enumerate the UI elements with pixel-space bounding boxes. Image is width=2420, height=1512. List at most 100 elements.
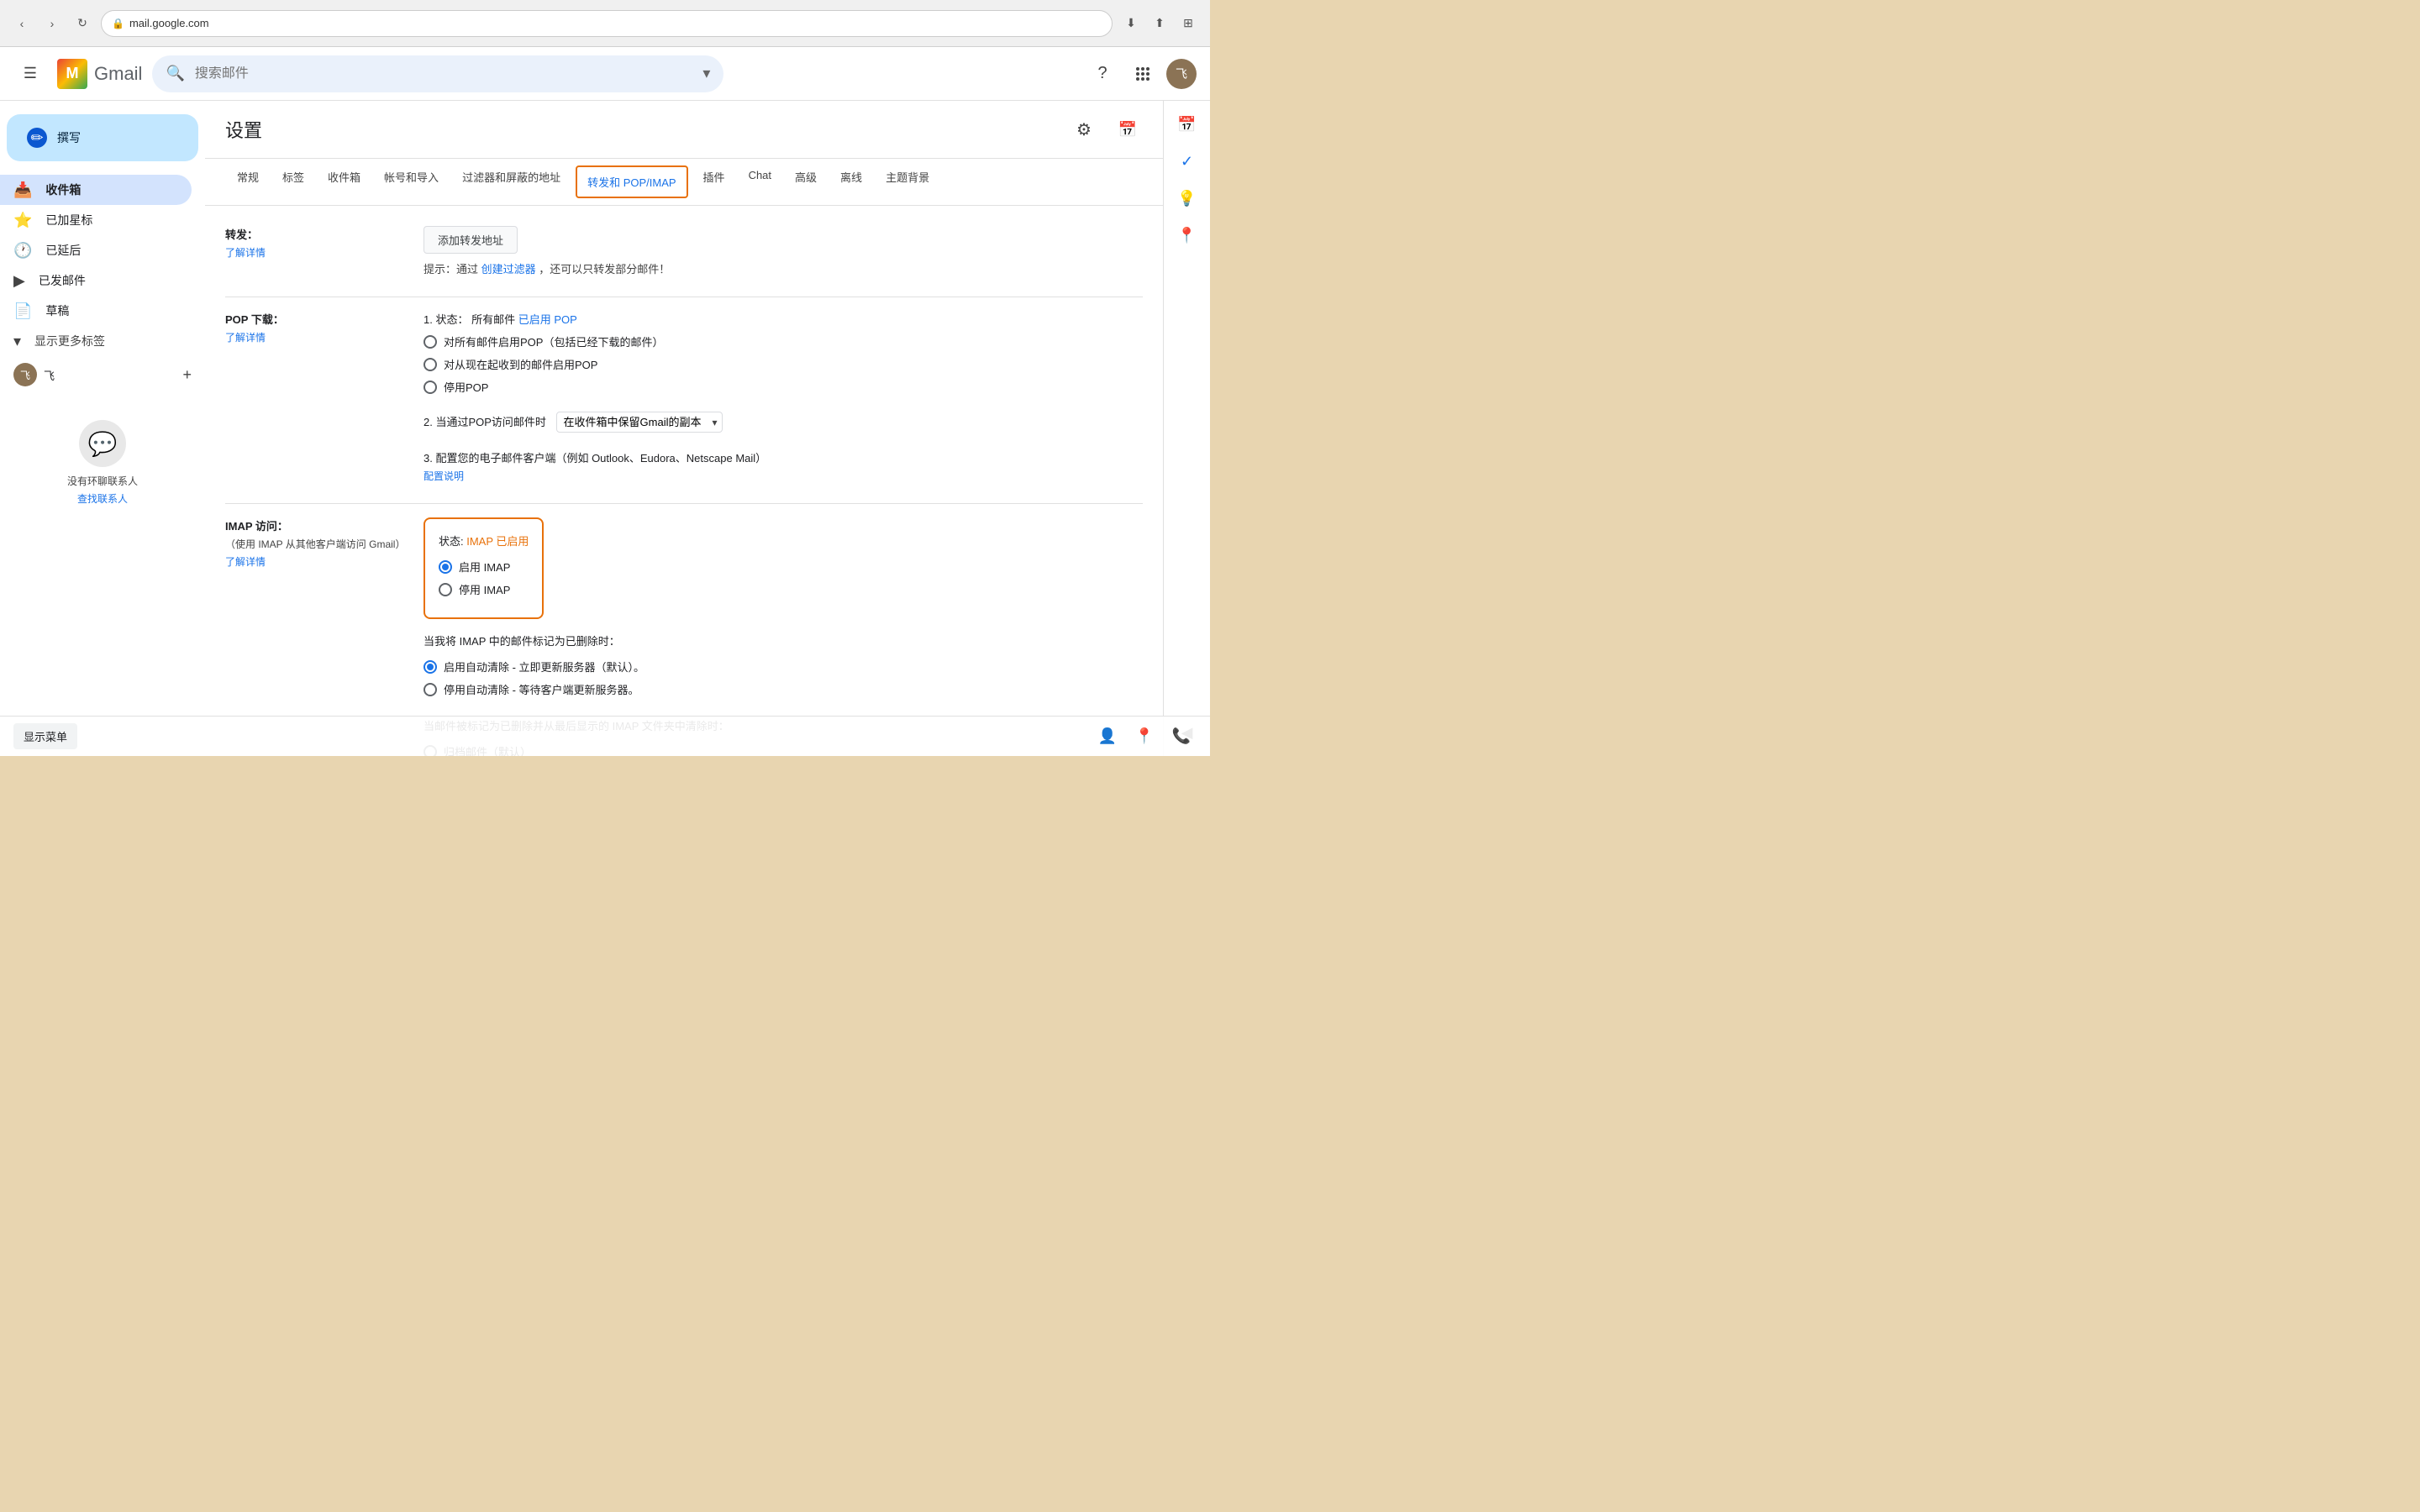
avatar[interactable]: 飞 <box>1166 59 1197 89</box>
pop-learn-more[interactable]: 了解详情 <box>225 330 410 344</box>
starred-label: 已加星标 <box>45 212 178 228</box>
imap-status-active: IMAP 已启用 <box>466 535 529 548</box>
imap-label: IMAP 访问： <box>225 517 410 533</box>
header-right: ? 飞 <box>1086 57 1197 91</box>
add-account-button[interactable]: + <box>182 366 192 384</box>
imap-enable-radio[interactable] <box>439 560 452 574</box>
right-keep-button[interactable]: 💡 <box>1171 181 1204 215</box>
tab-filters[interactable]: 过滤器和屏蔽的地址 <box>450 159 572 205</box>
pop-configure-link[interactable]: 配置说明 <box>424 469 1143 483</box>
auto-expunge-off-label: 停用自动清除 - 等待客户端更新服务器。 <box>444 681 639 697</box>
right-tasks-button[interactable]: ✓ <box>1171 144 1204 178</box>
browser-actions: ⬇ ⬆ ⊞ <box>1119 12 1200 35</box>
calendar-icon: 📅 <box>1113 114 1143 144</box>
main-area: ✏ 撰写 📥 收件箱 ⭐ 已加星标 🕐 已延后 ▶ 已发邮件 📄 草稿 <box>0 101 1210 756</box>
help-button[interactable]: ? <box>1086 57 1119 91</box>
filter-link[interactable]: 创建过滤器 <box>481 263 536 276</box>
tab-themes[interactable]: 主题背景 <box>874 159 941 205</box>
separator-2 <box>225 503 1143 504</box>
sidebar-item-inbox[interactable]: 📥 收件箱 <box>0 175 192 205</box>
tab-forwarding[interactable]: 转发和 POP/IMAP <box>576 165 687 198</box>
tab-offline[interactable]: 离线 <box>829 159 874 205</box>
imap-disable-radio[interactable] <box>439 583 452 596</box>
chat-bubble[interactable]: 💬 <box>79 420 126 467</box>
tabs-icon[interactable]: ⊞ <box>1176 12 1200 35</box>
compose-plus-icon: ✏ <box>27 128 47 148</box>
refresh-button[interactable]: ↻ <box>71 12 94 35</box>
sidebar-item-drafts[interactable]: 📄 草稿 <box>0 296 192 326</box>
sidebar-item-sent[interactable]: ▶ 已发邮件 <box>0 265 192 296</box>
sidebar-item-starred[interactable]: ⭐ 已加星标 <box>0 205 192 235</box>
pop-status-prefix: 1. 状态： <box>424 313 468 326</box>
show-menu-button[interactable]: 显示菜单 <box>13 723 77 749</box>
pop-configure-label: 3. 配置您的电子邮件客户端（例如 Outlook、Eudora、Netscap… <box>424 449 1143 465</box>
pop-select-wrapper: 在收件箱中保留Gmail的副本 <box>556 412 723 433</box>
tab-accounts[interactable]: 帐号和导入 <box>372 159 450 205</box>
lock-icon: 🔒 <box>112 18 124 29</box>
pop-option-2: 对从现在起收到的邮件启用POP <box>424 356 1143 372</box>
search-dropdown-icon[interactable]: ▾ <box>702 65 710 82</box>
right-calendar-button[interactable]: 📅 <box>1171 108 1204 141</box>
tab-inbox[interactable]: 收件箱 <box>316 159 372 205</box>
forward-hint: 提示：通过 创建过滤器 ，还可以只转发部分邮件！ <box>424 260 1143 276</box>
phone-button[interactable]: 📞 <box>1166 722 1197 752</box>
gmail-container: ☰ M Gmail 🔍 ▾ ? 飞 ✏ 撰写 📥 收件箱 <box>0 47 1210 756</box>
auto-expunge-on-radio[interactable] <box>424 660 437 674</box>
settings-gear-button[interactable]: ⚙ <box>1069 114 1099 144</box>
pop-select[interactable]: 在收件箱中保留Gmail的副本 <box>556 412 723 433</box>
share-icon[interactable]: ⬆ <box>1148 12 1171 35</box>
settings-content: 转发： 了解详情 添加转发地址 提示：通过 创建过滤器 ，还可以只转发部分邮件！ <box>205 206 1163 756</box>
inbox-label: 收件箱 <box>45 181 178 198</box>
bottom-icons: 👤 📍 📞 <box>1092 722 1197 752</box>
find-contacts-link[interactable]: 查找联系人 <box>13 491 192 506</box>
imap-status-line: 状态: IMAP 已启用 <box>439 533 529 549</box>
tab-plugins[interactable]: 插件 <box>692 159 737 205</box>
snoozed-icon: 🕐 <box>13 242 32 260</box>
imap-sublabel: （使用 IMAP 从其他客户端访问 Gmail） <box>225 537 410 551</box>
forward-button[interactable]: › <box>40 12 64 35</box>
auto-expunge-off-option: 停用自动清除 - 等待客户端更新服务器。 <box>424 681 1143 697</box>
pop-section: POP 下载： 了解详情 1. 状态： 所有邮件 已启用 POP 对所有邮件启用… <box>225 311 1143 483</box>
tab-general[interactable]: 常规 <box>225 159 271 205</box>
add-forward-button[interactable]: 添加转发地址 <box>424 226 518 254</box>
sent-label: 已发邮件 <box>39 272 178 289</box>
forwarding-learn-more[interactable]: 了解详情 <box>225 245 410 260</box>
person-button[interactable]: 👤 <box>1092 722 1123 752</box>
forwarding-content: 添加转发地址 提示：通过 创建过滤器 ，还可以只转发部分邮件！ <box>424 226 1143 276</box>
sidebar-item-snoozed[interactable]: 🕐 已延后 <box>0 235 192 265</box>
account-name: 飞 <box>44 367 55 383</box>
tab-advanced[interactable]: 高级 <box>783 159 829 205</box>
imap-disable-label: 停用 IMAP <box>459 581 510 597</box>
pop-radio-1[interactable] <box>424 335 437 349</box>
menu-hamburger[interactable]: ☰ <box>13 57 47 91</box>
chat-bubble-area: 💬 没有环聊联系人 查找联系人 <box>0 393 205 512</box>
gmail-logo-text: Gmail <box>94 63 142 85</box>
url-text: mail.google.com <box>129 17 209 29</box>
hint-prefix: 提示：通过 <box>424 263 478 276</box>
inbox-icon: 📥 <box>13 181 32 199</box>
auto-expunge-off-radio[interactable] <box>424 683 437 696</box>
gmail-logo-m: M <box>57 59 87 89</box>
sent-icon: ▶ <box>13 272 25 290</box>
forwarding-label-col: 转发： 了解详情 <box>225 226 410 276</box>
right-sidebar: 📅 ✓ 💡 📍 ◀ <box>1163 101 1210 756</box>
pop-option-1-label: 对所有邮件启用POP（包括已经下载的邮件） <box>444 333 663 349</box>
imap-learn-more[interactable]: 了解详情 <box>225 554 410 569</box>
compose-button[interactable]: ✏ 撰写 <box>7 114 198 161</box>
pop-option-3: 停用POP <box>424 379 1143 395</box>
sidebar-more-labels[interactable]: ▾ 显示更多标签 <box>0 326 205 356</box>
back-button[interactable]: ‹ <box>10 12 34 35</box>
pop-radio-2[interactable] <box>424 358 437 371</box>
tab-chat[interactable]: Chat <box>737 159 783 205</box>
location-button[interactable]: 📍 <box>1129 722 1160 752</box>
download-icon[interactable]: ⬇ <box>1119 12 1143 35</box>
tab-labels[interactable]: 标签 <box>271 159 316 205</box>
apps-button[interactable] <box>1126 57 1160 91</box>
imap-box: 状态: IMAP 已启用 启用 IMAP 停用 IMAP <box>424 517 544 619</box>
imap-enable-option: 启用 IMAP <box>439 559 529 575</box>
right-maps-button[interactable]: 📍 <box>1171 218 1204 252</box>
pop-label: POP 下载： <box>225 311 410 327</box>
search-input[interactable] <box>195 66 693 81</box>
browser-chrome: ‹ › ↻ 🔒 mail.google.com ⬇ ⬆ ⊞ <box>0 0 1210 47</box>
pop-radio-3[interactable] <box>424 381 437 394</box>
